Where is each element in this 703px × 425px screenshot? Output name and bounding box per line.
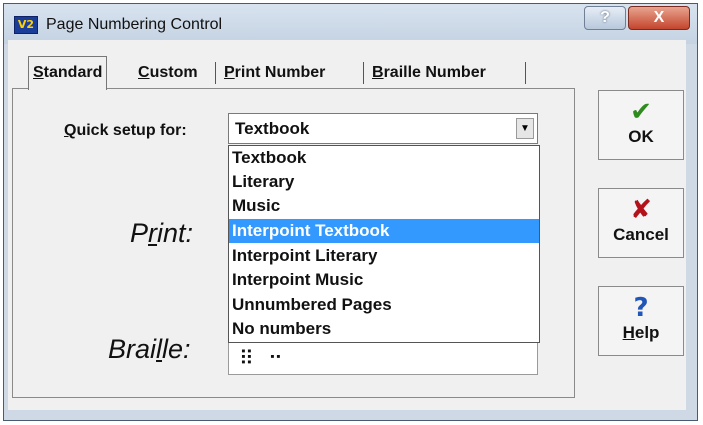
dropdown-option-music[interactable]: Music xyxy=(229,194,539,218)
tab-label: tandard xyxy=(43,64,103,81)
braille-cells: ⠿ ⠒ xyxy=(239,346,287,370)
print-label-pre: P xyxy=(130,218,149,248)
dropdown-option-interpoint-literary[interactable]: Interpoint Literary xyxy=(229,244,539,268)
tab-accel: B xyxy=(372,64,384,81)
print-label: Print: xyxy=(130,218,193,249)
ok-button-label: OK xyxy=(628,127,654,146)
dropdown-option-literary[interactable]: Literary xyxy=(229,170,539,194)
quick-setup-accel: Q xyxy=(64,122,77,139)
braille-label-pre: Brai xyxy=(108,334,157,364)
tab-label: ustom xyxy=(149,64,198,81)
tab-label: raille Number xyxy=(383,64,486,81)
checkmark-icon: ✔ xyxy=(630,97,652,127)
tab-custom[interactable]: Custom xyxy=(138,58,198,88)
x-mark-icon: ✘ xyxy=(630,195,652,225)
tab-separator xyxy=(363,62,364,84)
braille-number-field[interactable]: ⠿ ⠒ xyxy=(228,343,538,375)
braille-label: Braille: xyxy=(108,334,191,365)
tab-accel: P xyxy=(224,64,235,81)
question-icon: ? xyxy=(633,293,649,323)
tab-standard[interactable]: Standard xyxy=(28,56,108,90)
print-label-post: int: xyxy=(157,218,194,248)
tab-accel: S xyxy=(33,64,44,81)
quick-setup-combobox[interactable]: Textbook ▼ xyxy=(228,113,538,144)
dropdown-option-interpoint-textbook[interactable]: Interpoint Textbook xyxy=(229,219,539,243)
tab-separator xyxy=(215,62,216,84)
help-accel: H xyxy=(622,323,635,342)
app-icon: V2 xyxy=(14,16,38,34)
tab-braille-number[interactable]: Braille Number xyxy=(372,58,486,88)
tab-print-number[interactable]: Print Number xyxy=(224,58,325,88)
cancel-button[interactable]: ✘ Cancel xyxy=(598,188,684,258)
dropdown-option-unnumbered-pages[interactable]: Unnumbered Pages xyxy=(229,293,539,317)
tab-separator xyxy=(525,62,526,84)
tab-label: rint Number xyxy=(234,64,326,81)
print-label-accel: r xyxy=(148,218,158,248)
dropdown-option-textbook[interactable]: Textbook xyxy=(229,146,539,170)
help-button-label: Help xyxy=(599,323,683,343)
braille-label-post: le: xyxy=(162,334,191,364)
title-bar[interactable]: V2 Page Numbering Control ? X xyxy=(4,4,697,44)
tab-accel: C xyxy=(138,64,150,81)
titlebar-help-button[interactable]: ? xyxy=(584,6,626,30)
dropdown-option-interpoint-music[interactable]: Interpoint Music xyxy=(229,268,539,292)
close-button[interactable]: X xyxy=(628,6,690,30)
window-title: Page Numbering Control xyxy=(46,16,223,33)
help-label-text: elp xyxy=(634,323,660,342)
dropdown-option-no-numbers[interactable]: No numbers xyxy=(229,317,539,341)
quick-setup-label: Quick setup for: xyxy=(64,122,187,140)
quick-setup-dropdown-list: Textbook Literary Music Interpoint Textb… xyxy=(228,145,540,343)
quick-setup-label-text: uick setup for: xyxy=(76,122,187,139)
chevron-down-icon[interactable]: ▼ xyxy=(516,118,534,139)
combobox-value: Textbook xyxy=(235,119,310,138)
ok-button[interactable]: ✔ OK xyxy=(598,90,684,160)
help-button[interactable]: ? Help xyxy=(598,286,684,356)
cancel-button-label: Cancel xyxy=(613,225,669,244)
